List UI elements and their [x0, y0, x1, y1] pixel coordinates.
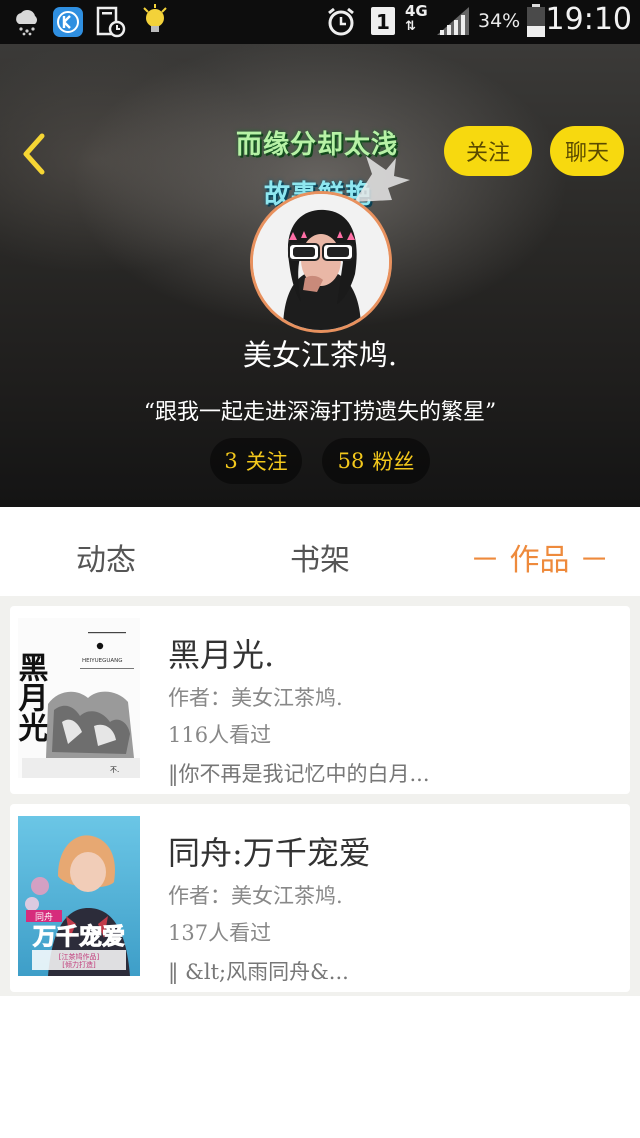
book-cover: 同舟 万千宠爱 [江茶鸠作品] [倾力打造]	[18, 816, 140, 976]
work-card[interactable]: 同舟 万千宠爱 [江茶鸠作品] [倾力打造] 同舟:万千宠爱 作者：美女江茶鸠.…	[10, 804, 630, 992]
tab-works[interactable]: － 作品 －	[470, 535, 609, 579]
back-button[interactable]	[16, 132, 56, 175]
svg-text:[江茶鸠作品]: [江茶鸠作品]	[59, 952, 100, 961]
user-bio: “跟我一起走进深海打捞遗失的繁星”	[143, 400, 497, 425]
sim-icon: 1	[370, 6, 396, 40]
svg-text:黑月光: 黑月光	[18, 652, 49, 742]
alarm-icon	[326, 6, 356, 42]
battery-percent: 34%	[478, 10, 521, 32]
book-title[interactable]: 同舟:万千宠爱	[168, 828, 371, 874]
book-description: ‖ &lt;风雨同舟&...	[168, 960, 349, 984]
book-author: 作者：美女江茶鸠.	[168, 686, 343, 710]
book-description: ‖你不再是我记忆中的白月...	[168, 762, 430, 786]
svg-text:HEIYUEGUANG: HEIYUEGUANG	[82, 658, 123, 664]
fans-label: 粉丝	[372, 450, 415, 474]
book-cover: 黑月光 HEIYUEGUANG 不.	[18, 618, 140, 778]
book-title[interactable]: 黑月光.	[168, 630, 274, 676]
svg-text:[倾力打造]: [倾力打造]	[62, 960, 96, 969]
svg-text:不.: 不.	[110, 766, 119, 774]
book-author: 作者：美女江茶鸠.	[168, 884, 343, 908]
book-views: 116人看过	[168, 723, 272, 747]
fans-count-button[interactable]: 58 粉丝	[322, 438, 430, 484]
following-label: 关注	[245, 450, 288, 474]
tab-dynamics[interactable]: 动态	[76, 535, 136, 579]
profile-header: 而缘分却太浅 故事鲜艳 关注 聊天 美女江茶鸠. “跟我一起走进深海打捞遗失的繁…	[0, 44, 640, 507]
svg-text:同舟: 同舟	[35, 911, 53, 923]
book-views: 137人看过	[168, 921, 272, 945]
avatar[interactable]	[250, 191, 392, 333]
speech-spike-decoration	[354, 156, 410, 202]
svg-text:1: 1	[376, 10, 390, 34]
follow-button[interactable]: 关注	[444, 126, 532, 176]
signal-icon	[436, 6, 470, 40]
status-bar: 1 4G ⇅ 34% 19:10	[0, 0, 640, 44]
lightbulb-icon	[140, 4, 170, 42]
chat-button[interactable]: 聊天	[550, 126, 624, 176]
following-count-button[interactable]: 3 关注	[210, 438, 302, 484]
work-card[interactable]: 黑月光 HEIYUEGUANG 不. 黑月光. 作者：美女江茶鸠. 116人看过…	[10, 606, 630, 794]
fans-count: 58	[337, 449, 365, 473]
clock: 19:10	[545, 2, 632, 37]
username: 美女江茶鸠.	[242, 338, 398, 372]
following-count: 3	[224, 449, 238, 473]
profile-tabs: 动态 书架 － 作品 －	[0, 507, 640, 597]
chevron-left-icon	[23, 133, 45, 175]
battery-icon	[526, 4, 546, 42]
k-app-icon	[52, 6, 84, 42]
svg-text:万千宠爱: 万千宠爱	[33, 923, 125, 950]
calendar-clock-icon	[96, 6, 126, 42]
tab-bookshelf[interactable]: 书架	[290, 535, 350, 579]
weather-rain-icon	[12, 8, 42, 40]
network-type: 4G ⇅	[405, 2, 428, 35]
